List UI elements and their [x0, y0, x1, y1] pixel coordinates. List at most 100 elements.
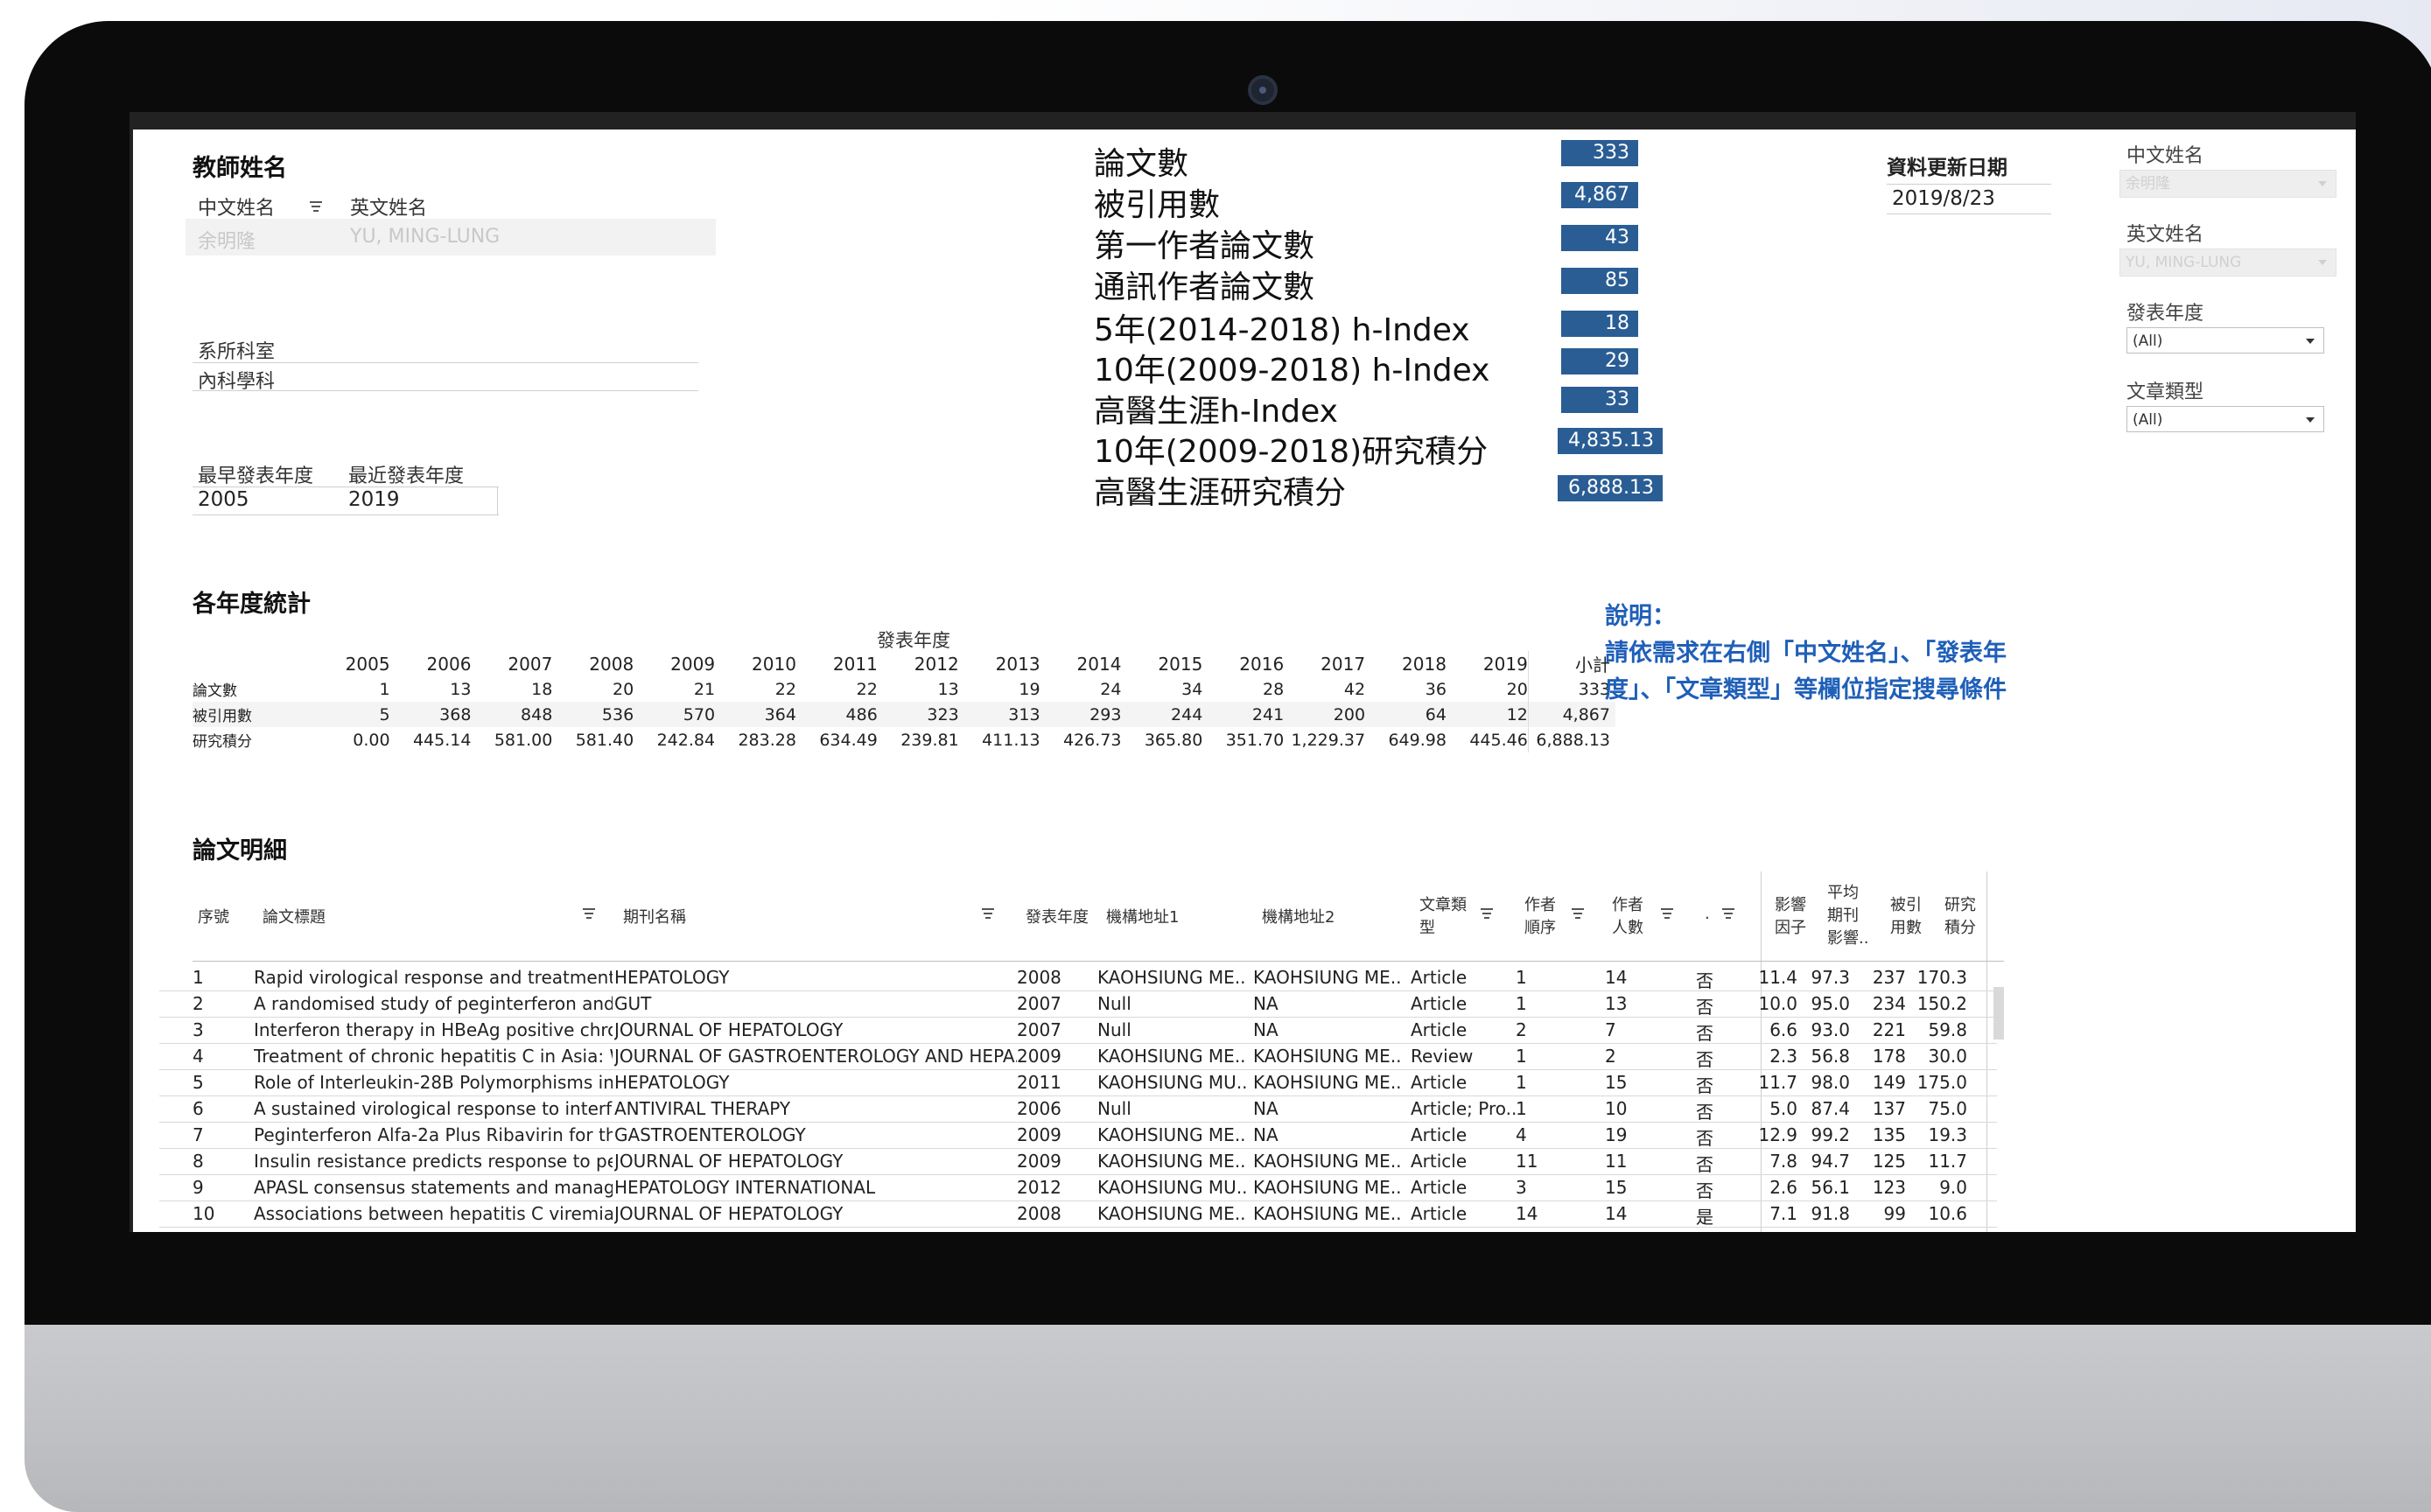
col-header-dot[interactable]: .	[1705, 905, 1710, 923]
table-row[interactable]: 9 APASL consensus statements and manage..…	[159, 1174, 1997, 1201]
yearly-cell[interactable]: 634.49	[796, 727, 877, 752]
yearly-cell[interactable]: 848	[471, 702, 553, 727]
year-column-header[interactable]: 2005	[309, 651, 390, 676]
yearly-cell[interactable]: 241	[1202, 702, 1285, 727]
yearly-cell[interactable]: 18	[471, 676, 552, 702]
yearly-cell[interactable]: 6,888.13	[1527, 727, 1615, 752]
year-column-header[interactable]: 2019	[1447, 651, 1528, 676]
yearly-cell[interactable]: 536	[552, 702, 634, 727]
year-column-header[interactable]: 2011	[796, 651, 878, 676]
yearly-cell[interactable]: 0.00	[309, 727, 389, 752]
col-header-score[interactable]: 研究 積分	[1944, 892, 1976, 938]
yearly-cell[interactable]: 333	[1527, 676, 1615, 702]
yearly-cell[interactable]: 445.46	[1447, 727, 1528, 752]
yearly-cell[interactable]: 1	[309, 676, 389, 702]
yearly-cell[interactable]: 581.40	[552, 727, 634, 752]
yearly-cell[interactable]: 36	[1365, 676, 1447, 702]
yearly-cell[interactable]: 21	[634, 676, 715, 702]
year-column-header[interactable]: 2013	[959, 651, 1040, 676]
yearly-cell[interactable]: 283.28	[715, 727, 795, 752]
year-column-header[interactable]: 2008	[552, 651, 634, 676]
table-row[interactable]: 5 Role of Interleukin-28B Polymorphisms i…	[159, 1069, 1997, 1096]
yearly-cell[interactable]: 20	[552, 676, 634, 702]
table-row[interactable]: 10 Associations between hepatitis C virem…	[159, 1200, 1997, 1228]
yearly-cell[interactable]: 19	[959, 676, 1040, 702]
yearly-cell[interactable]: 42	[1284, 676, 1365, 702]
metric-value-bar[interactable]: 29	[1561, 348, 1638, 374]
col-header-no[interactable]: 序號	[198, 905, 229, 928]
sort-icon[interactable]	[982, 908, 994, 919]
yearly-cell[interactable]: 22	[796, 676, 878, 702]
scrollbar[interactable]	[1993, 987, 2004, 1040]
yearly-cell[interactable]: 20	[1447, 676, 1528, 702]
table-row[interactable]: 2 A randomised study of peginterferon and…	[159, 990, 1997, 1018]
yearly-cell[interactable]: 570	[634, 702, 716, 727]
filter-year-dropdown[interactable]: (All)	[2126, 327, 2324, 354]
col-header-order[interactable]: 作者 順序	[1524, 892, 1556, 938]
metric-value-bar[interactable]: 4,835.13	[1558, 428, 1663, 454]
yearly-cell[interactable]: 323	[877, 702, 959, 727]
year-column-header[interactable]: 2015	[1121, 651, 1202, 676]
col-header-year[interactable]: 發表年度	[1026, 905, 1089, 928]
yearly-cell[interactable]: 313	[958, 702, 1040, 727]
yearly-cell[interactable]: 4,867	[1527, 702, 1615, 727]
year-column-header[interactable]: 2016	[1202, 651, 1284, 676]
yearly-cell[interactable]: 244	[1121, 702, 1203, 727]
metric-value-bar[interactable]: 4,867	[1561, 182, 1638, 208]
filter-chinese-name-dropdown[interactable]: 余明隆	[2119, 170, 2336, 198]
yearly-cell[interactable]: 22	[715, 676, 796, 702]
filter-english-name-dropdown[interactable]: YU, MING-LUNG	[2119, 248, 2336, 276]
sort-icon[interactable]	[583, 908, 595, 919]
sort-icon[interactable]	[310, 201, 322, 212]
sort-icon[interactable]	[1661, 908, 1673, 919]
yearly-cell[interactable]: 200	[1284, 702, 1366, 727]
yearly-cell[interactable]: 368	[389, 702, 472, 727]
col-header-avg[interactable]: 平均 期刊 影響..	[1827, 880, 1868, 948]
yearly-cell[interactable]: 426.73	[1040, 727, 1121, 752]
yearly-cell[interactable]: 34	[1121, 676, 1202, 702]
yearly-cell[interactable]: 293	[1040, 702, 1122, 727]
table-row[interactable]: 1 Rapid virological response and treatmen…	[159, 964, 1997, 991]
yearly-cell[interactable]: 242.84	[634, 727, 715, 752]
year-column-header[interactable]: 2012	[878, 651, 959, 676]
metric-value-bar[interactable]: 33	[1561, 387, 1638, 413]
table-row[interactable]: 7 Peginterferon Alfa-2a Plus Ribavirin fo…	[159, 1122, 1997, 1149]
metric-value-bar[interactable]: 43	[1561, 225, 1638, 251]
col-header-count[interactable]: 作者 人數	[1612, 892, 1643, 938]
table-row[interactable]: 3 Interferon therapy in HBeAg positive ch…	[159, 1017, 1997, 1044]
yearly-cell[interactable]: 486	[795, 702, 878, 727]
year-column-header[interactable]: 2009	[634, 651, 715, 676]
col-header-cite[interactable]: 被引 用數	[1890, 892, 1922, 938]
yearly-cell[interactable]: 365.80	[1121, 727, 1202, 752]
col-header-journal[interactable]: 期刊名稱	[623, 905, 686, 928]
yearly-cell[interactable]: 28	[1202, 676, 1284, 702]
metric-value-bar[interactable]: 333	[1561, 140, 1638, 166]
col-header-type[interactable]: 文章類 型	[1419, 892, 1467, 938]
year-column-header[interactable]: 2010	[715, 651, 796, 676]
yearly-cell[interactable]: 64	[1365, 702, 1447, 727]
year-column-header[interactable]: 2014	[1040, 651, 1122, 676]
table-row[interactable]: 6 A sustained virological response to int…	[159, 1096, 1997, 1123]
yearly-cell[interactable]: 411.13	[959, 727, 1040, 752]
year-column-header[interactable]: 2007	[471, 651, 552, 676]
filter-type-dropdown[interactable]: (All)	[2126, 406, 2324, 432]
col-header-title[interactable]: 論文標題	[263, 905, 326, 928]
col-header-addr2[interactable]: 機構地址2	[1262, 905, 1335, 928]
metric-value-bar[interactable]: 85	[1561, 268, 1638, 294]
sort-icon[interactable]	[1722, 908, 1734, 919]
yearly-cell[interactable]: 649.98	[1365, 727, 1446, 752]
table-row[interactable]: 8 Insulin resistance predicts response to…	[159, 1148, 1997, 1175]
yearly-cell[interactable]: 12	[1446, 702, 1529, 727]
year-column-header[interactable]: 小計	[1527, 651, 1615, 676]
yearly-cell[interactable]: 581.00	[471, 727, 552, 752]
col-header-addr1[interactable]: 機構地址1	[1106, 905, 1179, 928]
metric-value-bar[interactable]: 6,888.13	[1558, 475, 1663, 501]
teacher-name-row[interactable]: 余明隆 YU, MING-LUNG	[186, 219, 716, 256]
col-header-if[interactable]: 影響 因子	[1775, 892, 1806, 938]
year-column-header[interactable]: 2006	[390, 651, 472, 676]
yearly-cell[interactable]: 351.70	[1202, 727, 1284, 752]
table-row[interactable]: 4 Treatment of chronic hepatitis C in Asi…	[159, 1043, 1997, 1070]
yearly-cell[interactable]: 13	[390, 676, 471, 702]
yearly-cell[interactable]: 1,229.37	[1284, 727, 1365, 752]
year-column-header[interactable]: 2018	[1365, 651, 1447, 676]
